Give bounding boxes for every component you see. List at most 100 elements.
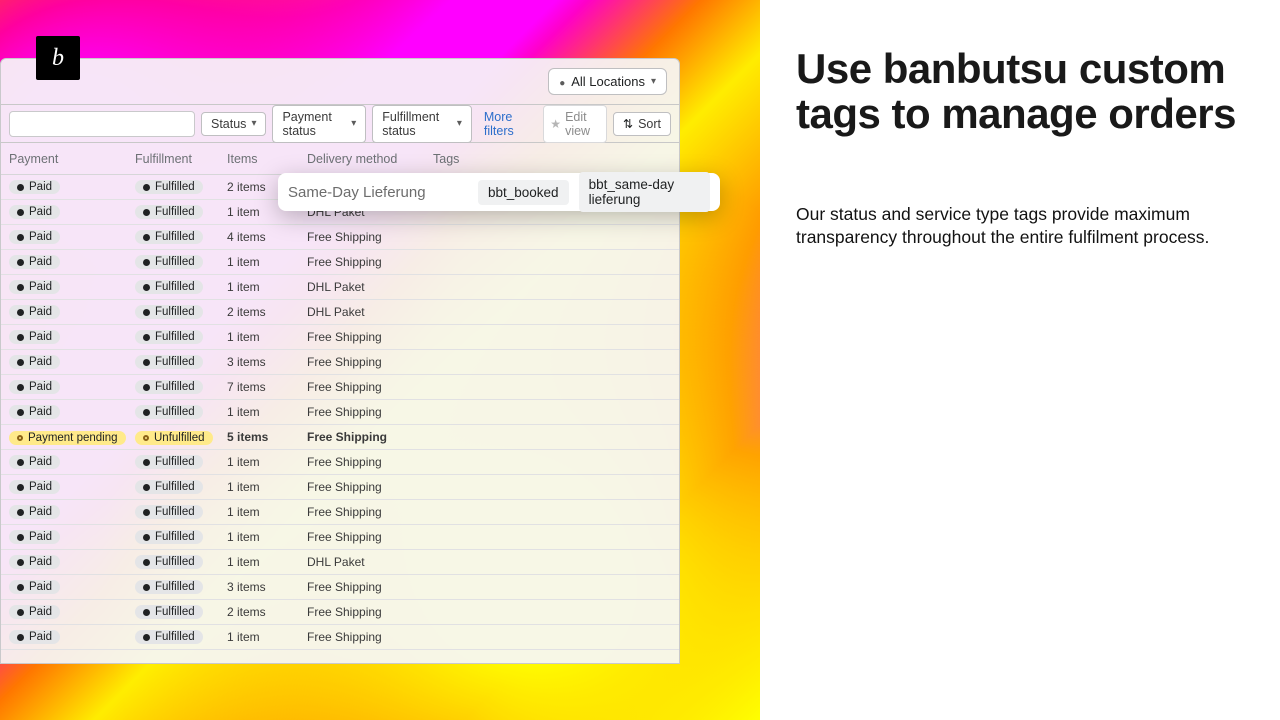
payment-status-badge: Paid (9, 630, 60, 644)
items-cell: 7 items (227, 380, 307, 394)
star-icon (550, 117, 561, 131)
fulfillment-status-badge: Fulfilled (135, 305, 203, 319)
table-row[interactable]: PaidFulfilled1 itemFree Shipping (1, 450, 679, 475)
fulfillment-status-badge: Fulfilled (135, 580, 203, 594)
status-dot-icon (143, 259, 150, 266)
fulfillment-status-badge: Unfulfilled (135, 431, 213, 445)
payment-status-badge: Paid (9, 580, 60, 594)
search-input[interactable] (9, 111, 195, 137)
table-row[interactable]: Payment pendingUnfulfilled5 itemsFree Sh… (1, 425, 679, 450)
status-dot-icon (143, 509, 150, 516)
status-dot-icon (17, 334, 24, 341)
fulfillment-status-badge: Fulfilled (135, 330, 203, 344)
tag-chip[interactable]: bbt_booked (478, 180, 569, 205)
table-row[interactable]: PaidFulfilled1 itemFree Shipping (1, 325, 679, 350)
chevron-down-icon: ▾ (251, 118, 256, 129)
table-row[interactable]: PaidFulfilled1 itemFree Shipping (1, 500, 679, 525)
table-row[interactable]: PaidFulfilled2 itemsDHL Paket (1, 300, 679, 325)
status-dot-icon (143, 459, 150, 466)
status-dot-icon (143, 435, 149, 441)
status-dot-icon (143, 284, 150, 291)
delivery-cell: Free Shipping (307, 330, 433, 344)
delivery-cell: Free Shipping (307, 230, 433, 244)
table-row[interactable]: PaidFulfilled3 itemsFree Shipping (1, 350, 679, 375)
payment-status-badge: Paid (9, 455, 60, 469)
sort-button[interactable]: Sort (613, 112, 671, 136)
more-filters-button[interactable]: More filters (478, 106, 537, 142)
table-row[interactable]: PaidFulfilled1 itemFree Shipping (1, 475, 679, 500)
items-cell: 1 item (227, 255, 307, 269)
fulfillment-status-badge: Fulfilled (135, 480, 203, 494)
items-cell: 3 items (227, 580, 307, 594)
table-row[interactable]: Paid Fulfilled 4 itemsFree Shipping (1, 225, 679, 250)
filter-status[interactable]: Status▾ (201, 112, 266, 136)
items-cell: 1 item (227, 630, 307, 644)
sort-icon (623, 117, 633, 131)
fulfillment-status-badge: Fulfilled (135, 255, 203, 269)
fulfillment-status-badge: Fulfilled (135, 405, 203, 419)
status-dot-icon (143, 559, 150, 566)
table-row[interactable]: PaidFulfilled2 itemsFree Shipping (1, 600, 679, 625)
status-dot-icon (17, 284, 24, 291)
status-dot-icon (17, 559, 24, 566)
status-dot-icon (143, 309, 150, 316)
items-cell: 3 items (227, 355, 307, 369)
fulfillment-status-badge: Fulfilled (135, 230, 203, 244)
payment-status-badge: Paid (9, 230, 60, 244)
fulfillment-status-badge: Fulfilled (135, 605, 203, 619)
edit-view-button[interactable]: Edit view (543, 105, 607, 143)
delivery-cell: Free Shipping (307, 255, 433, 269)
status-dot-icon (17, 209, 24, 216)
items-cell: 1 item (227, 330, 307, 344)
delivery-cell: Free Shipping (307, 530, 433, 544)
payment-status-badge: Paid (9, 280, 60, 294)
header-items: Items (227, 152, 307, 166)
status-dot-icon (17, 634, 24, 641)
delivery-cell: Free Shipping (307, 380, 433, 394)
status-dot-icon (17, 234, 24, 241)
orders-panel: All Locations ▾ Status▾ Payment status▾ … (0, 58, 680, 664)
filter-fulfillment-status[interactable]: Fulfillment status▾ (372, 105, 472, 143)
table-row[interactable]: PaidFulfilled1 itemFree Shipping (1, 400, 679, 425)
tag-chip[interactable]: bbt_same-day lieferung (579, 172, 710, 212)
table-row[interactable]: Paid Fulfilled 3 itemsFree Shipping (1, 575, 679, 600)
fulfillment-status-badge: Fulfilled (135, 555, 203, 569)
table-header: Payment Fulfillment Items Delivery metho… (1, 143, 679, 175)
chevron-down-icon: ▾ (651, 76, 656, 87)
items-cell: 2 items (227, 305, 307, 319)
payment-status-badge: Paid (9, 355, 60, 369)
status-dot-icon (143, 584, 150, 591)
delivery-cell: Free Shipping (307, 605, 433, 619)
table-row[interactable]: PaidFulfilled1 itemDHL Paket (1, 550, 679, 575)
table-row[interactable]: Paid Fulfilled 1 itemFree Shipping (1, 625, 679, 650)
status-dot-icon (143, 534, 150, 541)
delivery-cell: Free Shipping (307, 630, 433, 644)
status-dot-icon (17, 359, 24, 366)
table-row[interactable]: PaidFulfilled1 itemFree Shipping (1, 250, 679, 275)
filter-payment-status[interactable]: Payment status▾ (272, 105, 366, 143)
status-dot-icon (17, 509, 24, 516)
locations-selector[interactable]: All Locations ▾ (548, 68, 667, 95)
status-dot-icon (143, 184, 150, 191)
chevron-down-icon: ▾ (351, 118, 356, 129)
payment-status-badge: Paid (9, 180, 60, 194)
marketing-copy: Use banbutsu custom tags to manage order… (760, 0, 1280, 720)
items-cell: 4 items (227, 230, 307, 244)
delivery-cell: Free Shipping (307, 580, 433, 594)
header-tags: Tags (433, 152, 679, 166)
chevron-down-icon: ▾ (457, 118, 462, 129)
delivery-cell: Free Shipping (307, 430, 433, 444)
status-dot-icon (143, 359, 150, 366)
items-cell: 1 item (227, 480, 307, 494)
filters-bar: Status▾ Payment status▾ Fulfillment stat… (1, 105, 679, 143)
table-row[interactable]: PaidFulfilled7 itemsFree Shipping (1, 375, 679, 400)
fulfillment-status-badge: Fulfilled (135, 630, 203, 644)
status-dot-icon (17, 409, 24, 416)
payment-status-badge: Paid (9, 405, 60, 419)
table-row[interactable]: PaidFulfilled1 itemFree Shipping (1, 525, 679, 550)
delivery-cell: DHL Paket (307, 280, 433, 294)
items-cell: 1 item (227, 505, 307, 519)
table-row[interactable]: PaidFulfilled1 itemDHL Paket (1, 275, 679, 300)
status-dot-icon (143, 209, 150, 216)
header-payment: Payment (9, 152, 135, 166)
